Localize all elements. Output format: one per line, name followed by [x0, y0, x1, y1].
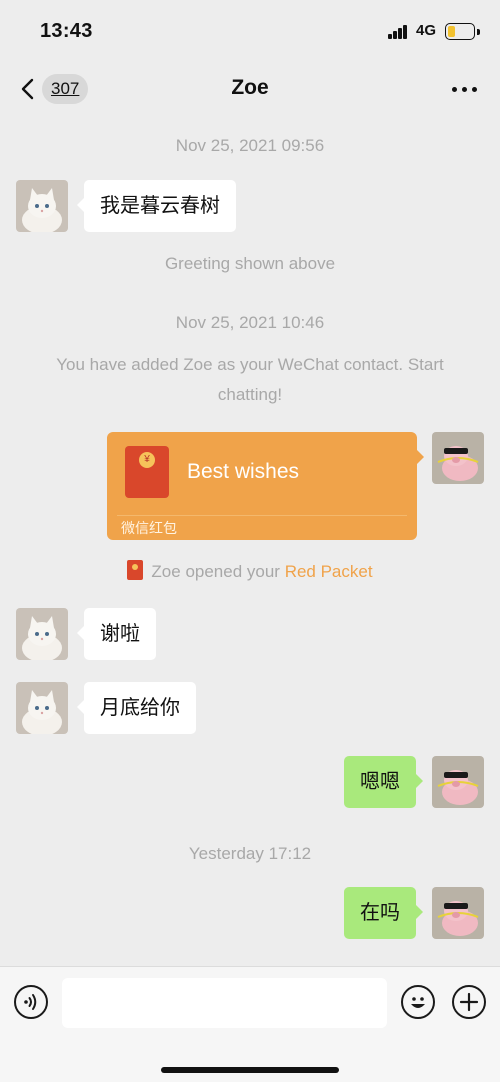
pig-avatar-icon — [432, 756, 484, 808]
cat-avatar-icon — [16, 682, 68, 734]
red-packet-title: Best wishes — [187, 460, 300, 483]
red-packet-footer: 微信红包 — [121, 520, 177, 536]
red-packet-card[interactable]: ¥ Best wishes 微信红包 — [107, 432, 424, 540]
message-bubble-incoming[interactable]: 月底给你 — [77, 682, 196, 734]
input-bar — [0, 966, 500, 1082]
home-indicator — [161, 1067, 339, 1073]
message-input[interactable] — [62, 978, 387, 1028]
avatar-zoe[interactable] — [16, 682, 68, 734]
plus-button[interactable] — [452, 985, 486, 1019]
avatar-self[interactable] — [432, 756, 484, 808]
message-bubble-outgoing[interactable]: 在吗 — [344, 887, 423, 939]
red-envelope-icon: ¥ — [125, 446, 169, 498]
cat-avatar-icon — [16, 180, 68, 232]
timestamp: Nov 25, 2021 09:56 — [175, 136, 325, 155]
battery-icon — [445, 23, 475, 40]
emoji-button[interactable] — [401, 985, 435, 1019]
battery-tip — [477, 29, 480, 35]
battery-fill — [448, 26, 455, 37]
pig-avatar-icon — [432, 887, 484, 939]
chat-title: Zoe — [231, 76, 269, 99]
signal-icon — [388, 25, 410, 39]
more-button[interactable] — [444, 76, 484, 102]
voice-icon — [24, 994, 37, 1010]
ellipsis-icon — [452, 87, 457, 92]
red-packet-opened-note: Zoe opened your Red Packet — [0, 560, 500, 582]
chat-screen: 13:43 4G 307 Zoe Nov 25, 2021 09:56 我是暮云… — [0, 0, 500, 1082]
greeting-note: Greeting shown above — [164, 254, 336, 273]
coin-icon: ¥ — [139, 452, 155, 468]
red-packet-divider — [117, 515, 407, 516]
contact-added-note: You have added Zoe as your WeChat contac… — [56, 355, 444, 404]
ellipsis-icon — [462, 87, 467, 92]
ellipsis-icon — [472, 87, 477, 92]
avatar-self[interactable] — [432, 432, 484, 484]
avatar-zoe[interactable] — [16, 180, 68, 232]
cat-avatar-icon — [16, 608, 68, 660]
status-bar: 13:43 4G — [0, 0, 500, 62]
avatar-zoe[interactable] — [16, 608, 68, 660]
pig-avatar-icon — [432, 432, 484, 484]
avatar-self[interactable] — [432, 887, 484, 939]
voice-button[interactable] — [14, 985, 48, 1019]
packet-note-text: Zoe opened your — [151, 562, 285, 581]
emoji-icon — [411, 997, 425, 1008]
message-bubble-outgoing[interactable]: 嗯嗯 — [344, 756, 423, 808]
network-label: 4G — [416, 22, 437, 39]
timestamp: Yesterday 17:12 — [188, 844, 312, 863]
message-bubble-incoming[interactable]: 我是暮云春树 — [77, 180, 236, 232]
plus-icon — [459, 992, 479, 1012]
timestamp: Nov 25, 2021 10:46 — [175, 313, 325, 332]
red-packet-icon — [127, 560, 144, 580]
message-bubble-incoming[interactable]: 谢啦 — [77, 608, 156, 660]
red-packet-link[interactable]: Red Packet — [285, 562, 373, 581]
nav-bar: 307 Zoe — [0, 62, 500, 118]
status-time: 13:43 — [40, 20, 93, 42]
